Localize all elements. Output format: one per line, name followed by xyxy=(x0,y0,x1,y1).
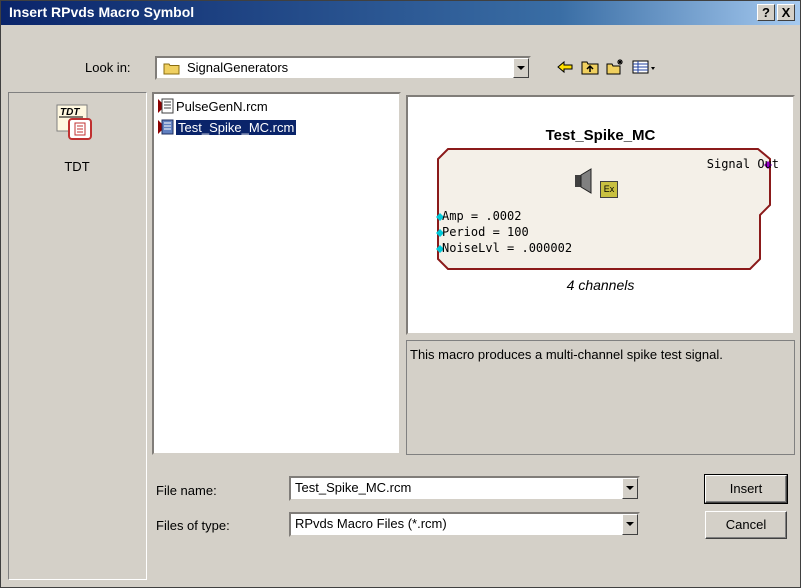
file-item-test-spike-mc[interactable]: Test_Spike_MC.rcm xyxy=(158,119,298,137)
help-button[interactable]: ? xyxy=(757,4,775,21)
insert-button[interactable]: Insert xyxy=(704,474,788,504)
macro-file-icon xyxy=(158,98,174,114)
close-button[interactable]: X xyxy=(777,4,795,21)
param-amp: Amp = .0002 xyxy=(442,209,522,223)
file-name-label: File name: xyxy=(156,483,217,498)
file-name-dropdown-arrow[interactable] xyxy=(622,478,638,499)
tdt-icon: TDT xyxy=(55,101,95,141)
file-name-combo[interactable]: Test_Spike_MC.rcm xyxy=(289,476,640,501)
view-menu-icon[interactable] xyxy=(631,58,657,76)
param-period: Period = 100 xyxy=(442,225,529,239)
up-folder-icon[interactable] xyxy=(580,58,600,76)
new-folder-icon[interactable] xyxy=(605,58,625,76)
look-in-combo[interactable]: SignalGenerators xyxy=(155,56,531,80)
speaker-icon xyxy=(573,167,599,195)
file-item-label-selected: Test_Spike_MC.rcm xyxy=(174,119,298,136)
dialog-title: Insert RPvds Macro Symbol xyxy=(9,4,195,20)
file-list[interactable]: PulseGenN.rcm Test_Spike_MC.rcm xyxy=(152,92,401,455)
file-name-value: Test_Spike_MC.rcm xyxy=(295,480,412,495)
insert-macro-dialog: Insert RPvds Macro Symbol ? X Look in: S… xyxy=(0,0,801,588)
place-tdt-label: TDT xyxy=(64,159,90,174)
back-arrow-icon[interactable] xyxy=(555,58,575,76)
output-port-label: Signal Out xyxy=(706,157,779,171)
file-type-value: RPvds Macro Files (*.rcm) xyxy=(295,516,447,531)
macro-preview-pane: Test_Spike_MC Ex Signal Out Amp = .0002 … xyxy=(406,95,795,335)
place-tdt[interactable]: TDT TDT xyxy=(49,99,105,175)
look-in-label: Look in: xyxy=(85,60,131,75)
macro-description: This macro produces a multi-channel spik… xyxy=(410,347,723,362)
folder-icon xyxy=(163,62,181,75)
file-type-dropdown-arrow[interactable] xyxy=(622,514,638,535)
title-bar[interactable]: Insert RPvds Macro Symbol ? X xyxy=(1,1,800,25)
file-item-label: PulseGenN.rcm xyxy=(176,99,268,114)
macro-file-icon xyxy=(158,119,174,135)
file-type-combo[interactable]: RPvds Macro Files (*.rcm) xyxy=(289,512,640,537)
look-in-dropdown-arrow[interactable] xyxy=(513,58,529,78)
macro-preview-title: Test_Spike_MC xyxy=(545,127,656,144)
cancel-button[interactable]: Cancel xyxy=(705,511,787,539)
macro-description-box: This macro produces a multi-channel spik… xyxy=(406,340,795,455)
svg-text:TDT: TDT xyxy=(60,107,80,118)
ex-badge-icon: Ex xyxy=(600,181,618,198)
param-noiselvl: NoiseLvl = .000002 xyxy=(442,241,573,255)
file-type-label: Files of type: xyxy=(156,518,230,533)
look-in-label-text: Look in: xyxy=(85,60,131,75)
file-item-pulsegenn[interactable]: PulseGenN.rcm xyxy=(158,98,268,116)
places-bar: TDT TDT xyxy=(8,92,147,580)
look-in-value: SignalGenerators xyxy=(187,60,289,75)
channel-count: 4 channels xyxy=(566,277,635,293)
